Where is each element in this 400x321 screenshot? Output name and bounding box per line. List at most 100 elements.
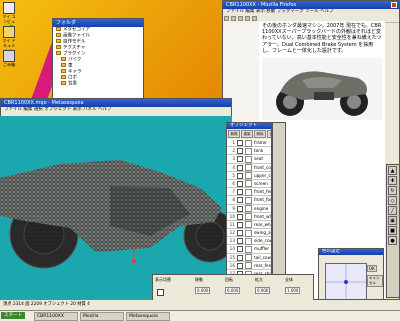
object-list-row[interactable]: 11 rear_wheel: [227, 221, 271, 230]
all-value-field[interactable]: 1.000: [285, 287, 301, 294]
object-panel-tabs: 新規複製削除名前: [227, 129, 271, 139]
object-list-row[interactable]: 2 tank: [227, 147, 271, 156]
color-picker-area[interactable]: [325, 263, 367, 299]
lock-toggle[interactable]: [245, 147, 252, 155]
visibility-checkbox[interactable]: [237, 230, 243, 237]
object-list-row[interactable]: 3 seat: [227, 155, 271, 164]
object-list-row[interactable]: 8 front_fork: [227, 196, 271, 205]
window-titlebar[interactable]: CBR1100XX - Mozilla Firefox: [223, 1, 399, 9]
folder-icon: [61, 63, 66, 67]
lock-toggle[interactable]: [245, 262, 252, 270]
dialog-titlebar[interactable]: 色の設定: [319, 249, 383, 255]
object-name: frame: [254, 140, 267, 145]
move-value-field[interactable]: 0.000: [195, 287, 211, 294]
visibility-checkbox[interactable]: [237, 205, 243, 212]
visibility-checkbox[interactable]: [237, 197, 243, 204]
object-list-row[interactable]: 12 swing_arm: [227, 229, 271, 238]
visibility-checkbox[interactable]: [237, 156, 243, 163]
window-titlebar[interactable]: CBR1100XX.mqo - Metasequoia: [1, 99, 231, 107]
move-tool-icon[interactable]: ✚: [388, 176, 397, 185]
desktop-icon-label: ごみ箱: [3, 62, 15, 67]
visibility-checkbox[interactable]: [237, 164, 243, 171]
object-list-row[interactable]: 5 upper_cowl: [227, 172, 271, 180]
lock-toggle[interactable]: [245, 229, 252, 237]
visibility-checkbox[interactable]: [237, 262, 243, 269]
lock-toggle[interactable]: [245, 237, 252, 245]
visibility-checkbox[interactable]: [237, 254, 243, 261]
desktop-icon-recycle-bin[interactable]: ごみ箱: [2, 50, 16, 67]
lock-toggle[interactable]: [245, 188, 252, 196]
lock-toggle[interactable]: [245, 164, 252, 172]
lock-toggle[interactable]: [245, 139, 252, 147]
window-title: フォルダ: [56, 20, 77, 26]
lock-toggle[interactable]: [245, 221, 252, 229]
scale-tool-icon[interactable]: ◇: [388, 196, 397, 205]
new-object-button[interactable]: 新規: [228, 130, 240, 138]
folder-icon: [61, 69, 66, 73]
knife-tool-icon[interactable]: ╱: [388, 206, 397, 215]
window-titlebar[interactable]: フォルダ: [53, 19, 143, 27]
folder-icon: [61, 57, 66, 61]
scale-value-field[interactable]: 0.000: [255, 287, 271, 294]
color-dialog: 色の設定 OK キャンセル: [318, 248, 384, 300]
lock-toggle[interactable]: [245, 245, 252, 253]
visibility-checkbox[interactable]: [237, 172, 243, 179]
object-list-row[interactable]: 15 tail_cowl: [227, 254, 271, 262]
tree-item-label: バイク: [68, 57, 82, 63]
rotate-label: 回転: [225, 277, 233, 282]
visibility-checkbox[interactable]: [237, 213, 243, 220]
row-number: 3: [232, 156, 235, 162]
row-number: 2: [232, 148, 235, 154]
object-list-row[interactable]: 6 screen: [227, 180, 271, 189]
folder-icon: [56, 45, 61, 49]
duplicate-object-button[interactable]: 複製: [241, 130, 253, 138]
face-tool-icon[interactable]: ■: [388, 226, 397, 235]
visibility-checkbox[interactable]: [237, 180, 243, 187]
object-list-row[interactable]: 16 rear_fender: [227, 262, 271, 270]
lock-toggle[interactable]: [245, 205, 252, 212]
object-list-row[interactable]: 4 front_cowl: [227, 164, 271, 172]
object-list-row[interactable]: 9 engine: [227, 205, 271, 213]
modeler-menu-bar[interactable]: ファイル 編集 選択 オブジェクト 表示 パネル ヘルプ: [1, 107, 231, 113]
folder-icon: [61, 81, 66, 85]
lock-toggle[interactable]: [245, 155, 252, 163]
delete-object-button[interactable]: 削除: [254, 130, 266, 138]
visibility-checkbox[interactable]: [237, 140, 243, 146]
visibility-checkbox[interactable]: [237, 189, 243, 196]
object-list-row[interactable]: 7 front_fender: [227, 188, 271, 197]
object-list-row[interactable]: 14 muffler: [227, 245, 271, 254]
close-icon[interactable]: [391, 2, 397, 8]
object-list-row[interactable]: 10 front_wheel: [227, 213, 271, 221]
window-title: CBR1100XX.mqo - Metasequoia: [4, 100, 84, 106]
object-name: front_cowl: [254, 164, 271, 170]
visibility-checkbox[interactable]: [237, 238, 243, 245]
rotate-value-field[interactable]: 0.000: [225, 287, 241, 294]
lock-toggle[interactable]: [245, 254, 252, 262]
radio-button[interactable]: [157, 289, 164, 296]
select-tool-icon[interactable]: ▲: [388, 166, 397, 175]
object-name: muffler: [254, 246, 270, 252]
visibility-checkbox[interactable]: [237, 148, 243, 155]
object-name: tail_cowl: [254, 254, 272, 260]
desktop-icon-my-computer[interactable]: マイ コンピュータ: [2, 2, 16, 29]
visibility-checkbox[interactable]: [237, 246, 243, 253]
extrude-tool-icon[interactable]: ▣: [388, 216, 397, 225]
lock-toggle[interactable]: [245, 196, 252, 204]
folder-icon: [3, 26, 15, 38]
folder-icon: [56, 27, 61, 31]
rotate-tool-icon[interactable]: ↻: [388, 186, 397, 195]
start-button[interactable]: スタート: [1, 312, 25, 319]
vertex-tool-icon[interactable]: ●: [388, 236, 397, 245]
cancel-button[interactable]: キャンセル: [367, 275, 383, 287]
visibility-checkbox[interactable]: [237, 221, 243, 228]
ok-button[interactable]: OK: [367, 265, 377, 272]
lock-toggle[interactable]: [245, 213, 252, 221]
tree-item-label: キャラ: [68, 69, 82, 75]
trash-icon: [3, 50, 15, 62]
tree-item[interactable]: 背景: [53, 81, 143, 87]
lock-toggle[interactable]: [245, 180, 252, 188]
object-list-row[interactable]: 13 side_cowl: [227, 237, 271, 246]
desktop-icon-documents[interactable]: マイ ドキュメント: [2, 26, 16, 53]
lock-toggle[interactable]: [245, 172, 252, 180]
object-list-row[interactable]: 1 frame: [227, 139, 271, 148]
